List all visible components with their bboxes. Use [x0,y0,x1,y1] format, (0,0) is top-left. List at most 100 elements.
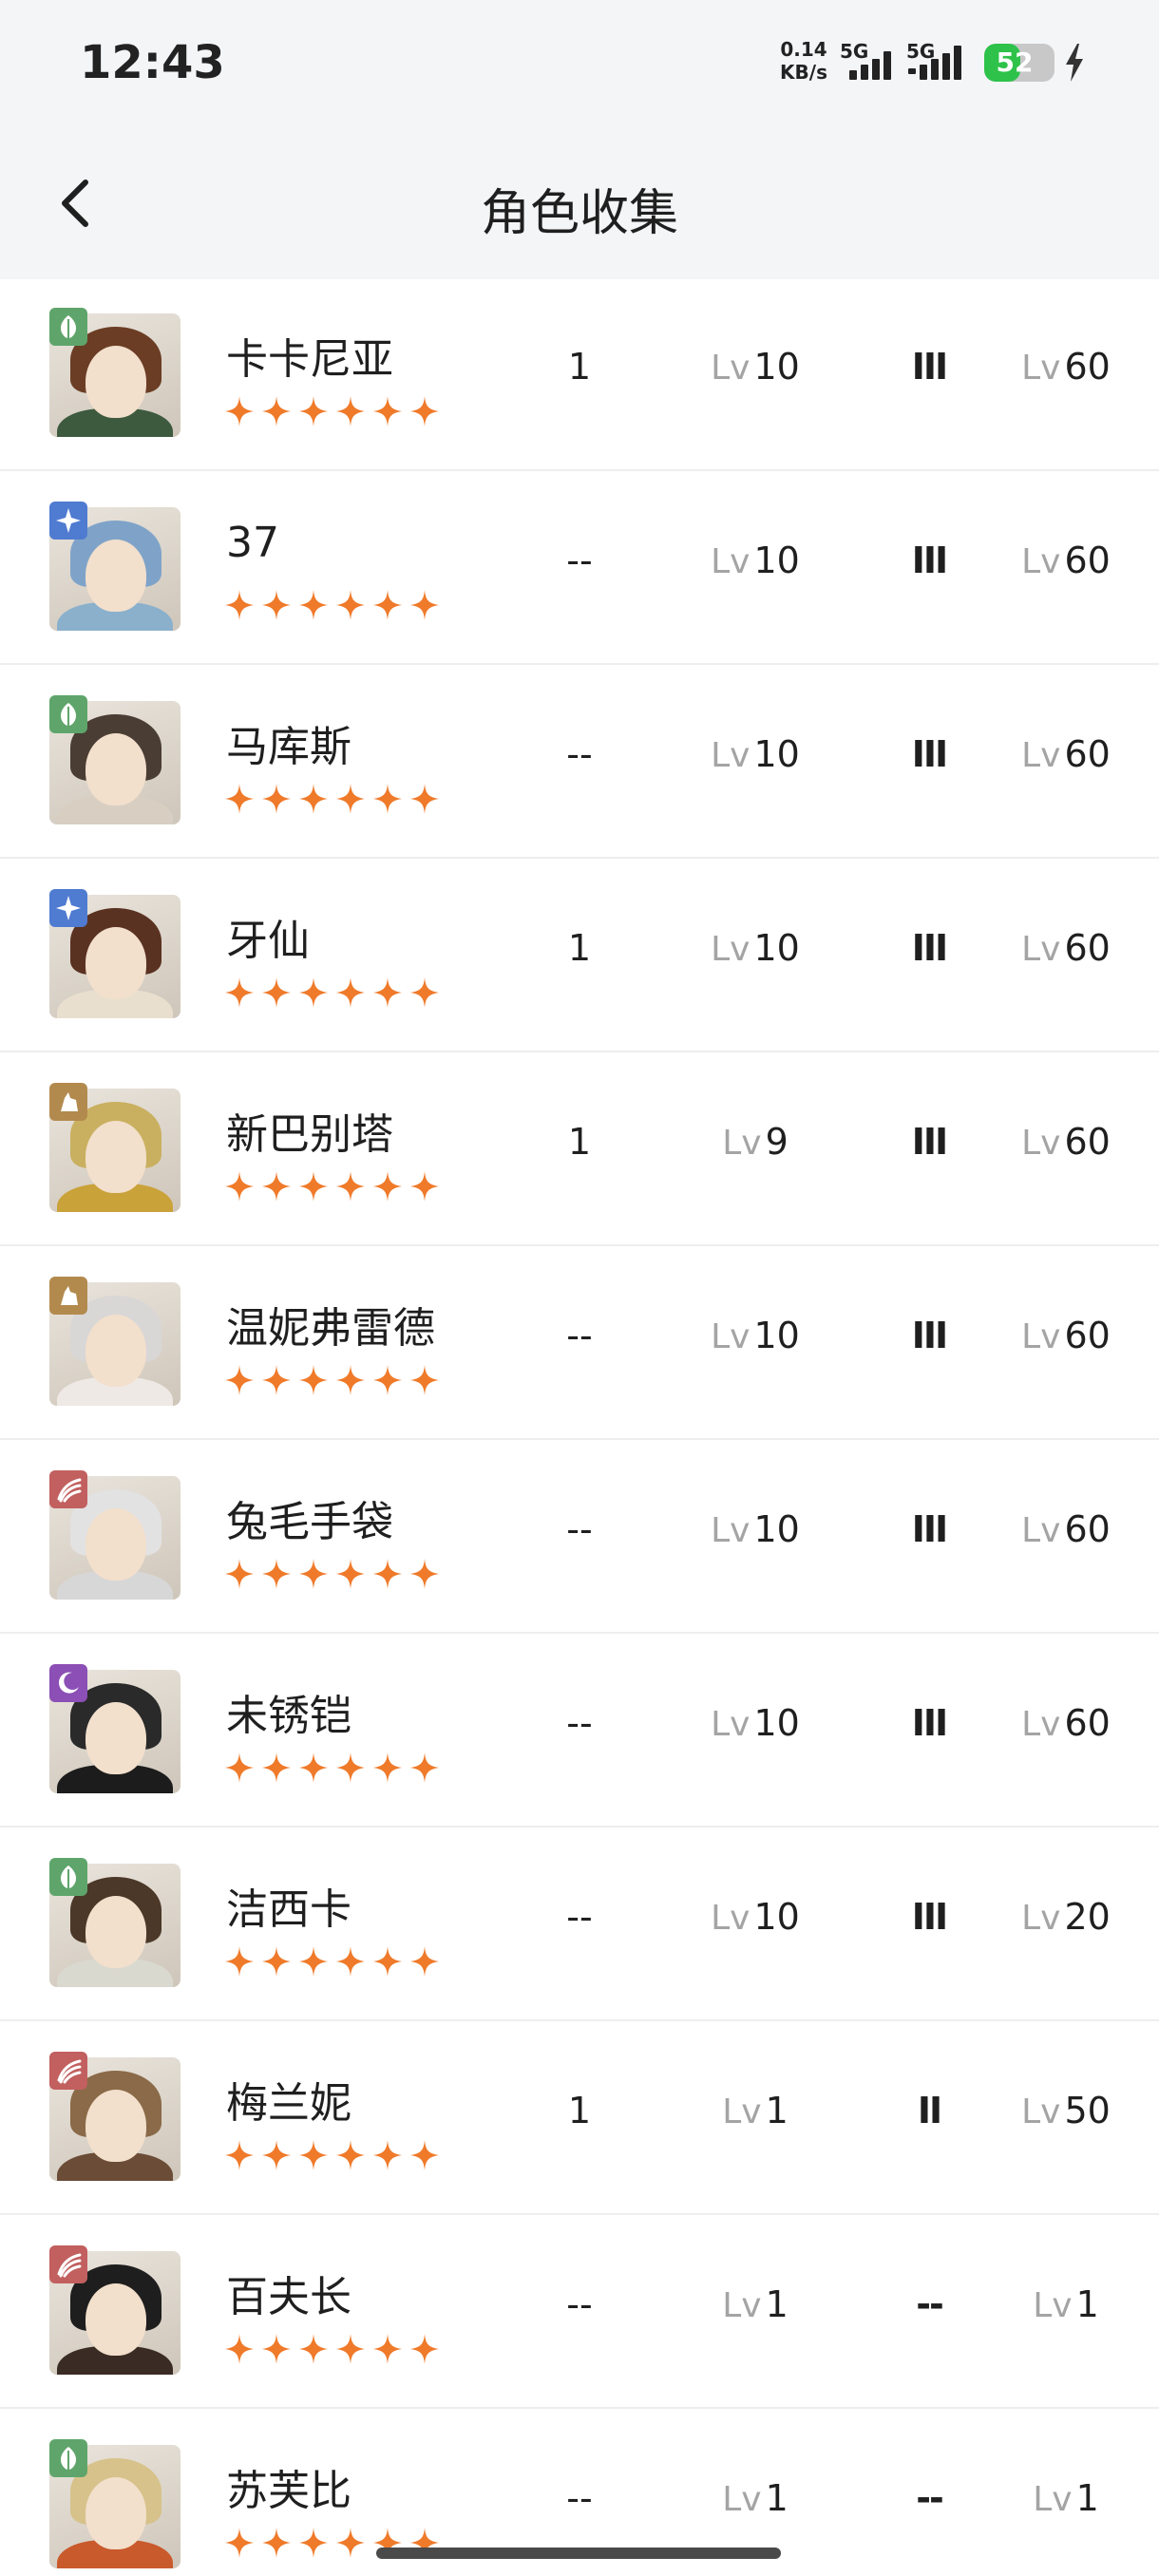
level-prefix: Lv [1021,1511,1061,1550]
star-rating [224,2333,440,2367]
character-rank: III [911,540,948,581]
character-level: Lv 9 [684,1121,826,1163]
star-icon [298,2527,329,2561]
level-prefix: Lv [1021,1705,1061,1744]
tower-icon [49,1083,87,1121]
character-rank: III [911,927,948,969]
star-icon [409,976,440,1011]
level-cap-value: 20 [1064,1896,1111,1938]
character-row[interactable]: 未锈铠 -- Lv 10 III Lv 60 [0,1634,1159,1828]
star-icon [224,2333,255,2367]
signal-2-icon: 5G [906,40,973,82]
character-row[interactable]: 马库斯 -- Lv 10 III Lv 60 [0,665,1159,859]
star-rating [224,976,440,1011]
character-name: 兔毛手袋 [226,1498,393,1546]
character-row[interactable]: 牙仙 1 Lv 10 III Lv 60 [0,859,1159,1052]
star-icon [224,1558,255,1592]
star-icon [224,1170,255,1204]
character-row[interactable]: 温妮弗雷德 -- Lv 10 III Lv 60 [0,1246,1159,1440]
star-rating [224,589,440,623]
star-icon [298,1170,329,1204]
character-row[interactable]: 梅兰妮 1 Lv 1 II Lv 50 [0,2021,1159,2215]
star-icon [261,395,292,429]
level-cap-value: 60 [1064,346,1111,388]
star-icon [372,976,403,1011]
star-icon [261,1752,292,1786]
home-indicator[interactable] [376,2548,781,2559]
character-row[interactable]: 卡卡尼亚 1 Lv 10 III Lv 60 [0,277,1159,471]
star-icon [224,2527,255,2561]
star-rating [224,783,440,817]
star-rating [224,1364,440,1398]
battery-percent: 52 [996,47,1034,78]
star-icon [409,2333,440,2367]
page-title: 角色收集 [480,185,678,242]
star-icon [298,1364,329,1398]
star-icon [335,976,366,1011]
star-icon [261,783,292,817]
level-value: 1 [765,2477,788,2519]
character-rank: III [911,1896,948,1938]
level-cap-value: 60 [1064,1702,1111,1744]
character-level-cap: Lv 60 [999,1315,1132,1356]
character-rank: III [911,1315,948,1356]
star-icon [261,1558,292,1592]
star-icon [261,2139,292,2173]
level-value: 10 [753,540,800,581]
character-row[interactable]: 兔毛手袋 -- Lv 10 III Lv 60 [0,1440,1159,1634]
character-col1: 1 [567,346,592,388]
level-cap-value: 1 [1075,2283,1099,2325]
star-icon [372,1170,403,1204]
character-row[interactable]: 37 -- Lv 10 III Lv 60 [0,471,1159,665]
star-icon [335,2139,366,2173]
character-row[interactable]: 新巴别塔 1 Lv 9 III Lv 60 [0,1052,1159,1246]
star-icon [261,1364,292,1398]
level-prefix: Lv [1021,736,1061,775]
level-value: 10 [753,1702,800,1744]
claw-icon [49,1470,87,1508]
star-icon [372,1364,403,1398]
level-cap-value: 60 [1064,1508,1111,1550]
level-prefix: Lv [722,2093,762,2131]
star-icon [372,1752,403,1786]
character-level-cap: Lv 50 [999,2090,1132,2131]
star-rating [224,1945,440,1979]
star-icon [335,1945,366,1979]
star-icon [298,976,329,1011]
star-icon [298,395,329,429]
star-icon [409,1945,440,1979]
star-icon [335,1558,366,1592]
star-icon [372,589,403,623]
star-icon [335,589,366,623]
level-prefix: Lv [1021,930,1061,969]
star-icon [224,976,255,1011]
star-icon [335,1364,366,1398]
character-row[interactable]: 百夫长 -- Lv 1 -- Lv 1 [0,2215,1159,2409]
character-col1: -- [566,1896,593,1938]
character-level: Lv 10 [684,733,826,775]
net-speed-value: 0.14 [780,38,827,61]
star-icon [261,1945,292,1979]
star-icon [224,589,255,623]
level-prefix: Lv [711,930,750,969]
character-level-cap: Lv 60 [999,927,1132,969]
character-level: Lv 10 [684,1896,826,1938]
star-icon [409,1752,440,1786]
level-prefix: Lv [711,1899,750,1938]
star-icon [409,1170,440,1204]
character-name: 未锈铠 [226,1692,352,1740]
level-prefix: Lv [711,1705,750,1744]
star-icon [409,783,440,817]
character-name: 苏芙比 [226,2467,352,2515]
star-icon [224,1752,255,1786]
character-level: Lv 1 [684,2090,826,2131]
signal-1-icon: 5G [840,40,906,82]
top-bar: 12:43 0.14 KB/s 5G 5G 52 角色收集 [0,0,1159,279]
bolt-icon [1066,44,1083,82]
level-prefix: Lv [1033,2286,1073,2325]
character-row[interactable]: 洁西卡 -- Lv 10 III Lv 20 [0,1828,1159,2021]
star-rating [224,2139,440,2173]
level-value: 10 [753,346,800,388]
level-value: 10 [753,1508,800,1550]
star-icon [298,2333,329,2367]
